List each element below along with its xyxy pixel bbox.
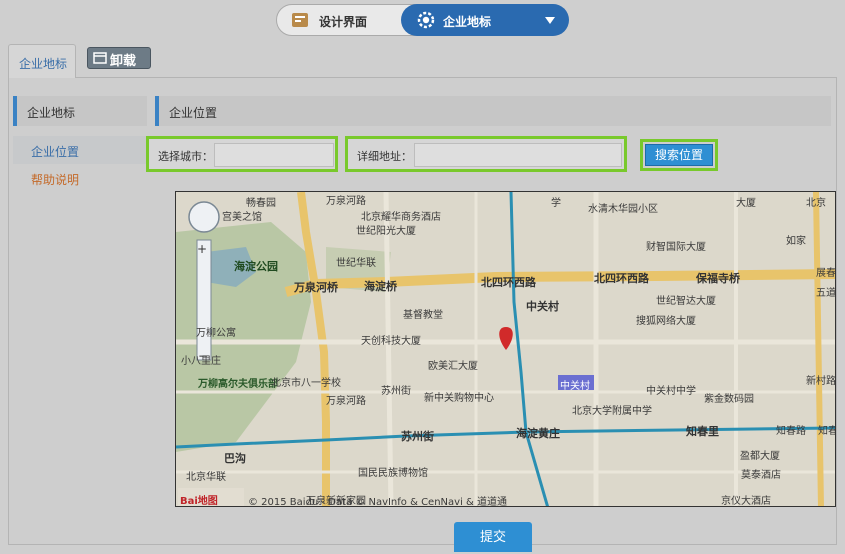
map-label-road: 知春里 xyxy=(686,425,719,438)
city-label: 选择城市： xyxy=(158,150,213,163)
design-icon xyxy=(292,13,308,27)
city-input[interactable] xyxy=(214,143,334,167)
map-label-poi: 如家 xyxy=(786,236,806,247)
page-title-text: 企业位置 xyxy=(169,106,218,120)
gear-icon xyxy=(417,11,435,29)
sidebar-heading-text: 企业地标 xyxy=(27,106,76,120)
map-label-poi: 世纪智达大厦 xyxy=(656,296,716,307)
map-label-road: 万泉河桥 xyxy=(294,281,338,294)
map-label-road: 苏州街 xyxy=(381,386,411,397)
tab-landmark[interactable]: 企业地标 xyxy=(8,44,76,78)
map-label-poi: 北京市八一学校 xyxy=(271,378,341,389)
map-label-road: 北四环西路 xyxy=(481,276,536,289)
map-label-poi: 北京 xyxy=(806,198,826,209)
map-label-road: 保福寺桥 xyxy=(696,272,740,285)
map-label-poi: 五道 xyxy=(816,288,836,299)
map-copyright: © 2015 Baidu - Data © NavInfo & CenNavi … xyxy=(248,497,507,507)
map-label-district: 中关村 xyxy=(560,381,590,392)
map-label-station: 巴沟 xyxy=(224,452,246,465)
map-label-poi: 财智国际大厦 xyxy=(646,242,706,253)
zoom-in-button[interactable]: + xyxy=(197,242,207,256)
map-label-poi: 北京耀华商务酒店 xyxy=(361,212,441,223)
map-label-poi: 宫美之馆 xyxy=(222,212,262,223)
map-view[interactable]: + − 海淀公园 北四环西路 北四环西路 万泉河桥 海淀桥 保福寺桥 海淀黄庄 … xyxy=(175,191,836,507)
sidebar-heading: 企业地标 xyxy=(13,96,147,126)
sidebar-item-label: 企业位置 xyxy=(31,145,80,159)
address-label: 详细地址： xyxy=(357,150,412,163)
address-input[interactable] xyxy=(414,143,622,167)
chevron-down-icon[interactable] xyxy=(545,17,555,24)
map-canvas xyxy=(176,192,835,506)
map-label-poi: 北京华联 xyxy=(186,472,226,483)
map-label-road: 知春路 xyxy=(776,426,806,437)
map-label-poi: 万柳公寓 xyxy=(196,328,236,339)
map-label-poi: 大厦 xyxy=(736,198,756,209)
map-label-poi: 盈都大厦 xyxy=(740,451,780,462)
map-label-poi: 新中关购物中心 xyxy=(424,393,494,404)
map-label-road: 万泉河路 xyxy=(326,396,366,407)
unload-button[interactable]: 卸载 xyxy=(87,47,151,69)
sidebar-item-location[interactable]: 企业位置 xyxy=(13,136,147,164)
map-label-poi: 紫金数码园 xyxy=(704,394,754,405)
map-label-road: 海淀桥 xyxy=(364,280,397,293)
submit-button[interactable]: 提交 xyxy=(454,522,532,552)
map-label-poi: 水清木华园小区 xyxy=(588,204,658,215)
baidu-logo: Bai地图 xyxy=(180,496,218,507)
map-label-road: 万泉河路 xyxy=(326,196,366,207)
map-label-poi: 知春 xyxy=(818,426,836,437)
mode-switcher: 设计界面 企业地标 xyxy=(276,4,569,36)
page-title: 企业位置 xyxy=(155,96,831,126)
map-label-poi: 基督教堂 xyxy=(403,310,443,321)
sidebar-item-label: 帮助说明 xyxy=(31,173,80,187)
map-label-poi: 天创科技大厦 xyxy=(361,336,421,347)
box-icon xyxy=(93,52,107,64)
landmark-label: 企业地标 xyxy=(443,15,492,29)
map-label-poi: 展春 xyxy=(816,268,836,279)
design-view-label: 设计界面 xyxy=(319,15,368,29)
map-label-poi: 畅春园 xyxy=(246,198,276,209)
map-label-poi: 万柳高尔夫俱乐部 xyxy=(198,379,278,390)
unload-label: 卸载 xyxy=(110,54,137,69)
map-label-poi: 搜狐网络大厦 xyxy=(636,316,696,327)
landmark-tab[interactable]: 企业地标 xyxy=(401,4,569,36)
map-label-road: 北四环西路 xyxy=(594,272,649,285)
map-label-poi: 世纪阳光大厦 xyxy=(356,226,416,237)
city-group: 选择城市： xyxy=(146,136,338,172)
search-button[interactable]: 搜索位置 xyxy=(645,144,713,166)
map-label-poi: 小八里庄 xyxy=(181,356,221,367)
sidebar-list: 企业位置 帮助说明 xyxy=(13,136,147,192)
map-label-poi: 世纪华联 xyxy=(336,258,376,269)
map-label-poi: 莫泰酒店 xyxy=(741,470,781,481)
sidebar-item-help[interactable]: 帮助说明 xyxy=(13,164,147,192)
map-label-poi: 中关村中学 xyxy=(646,386,696,397)
address-group: 详细地址： xyxy=(345,136,627,172)
map-label-poi: 北京大学附属中学 xyxy=(572,406,652,417)
map-label-poi: 欧美汇大厦 xyxy=(428,361,478,372)
map-label-poi: 学 xyxy=(551,198,561,209)
map-label-road: 海淀黄庄 xyxy=(516,427,560,440)
map-label-road: 新村路 xyxy=(806,376,836,387)
search-button-wrap: 搜索位置 xyxy=(640,139,718,171)
map-label-poi: 国民民族博物馆 xyxy=(358,468,428,479)
design-view-tab[interactable]: 设计界面 xyxy=(277,5,403,35)
tab-landmark-label: 企业地标 xyxy=(19,57,68,71)
map-label-park: 海淀公园 xyxy=(234,260,278,273)
map-label-poi: 京仪大酒店 xyxy=(721,496,771,507)
map-label-station: 中关村 xyxy=(526,300,559,313)
map-label-road: 苏州街 xyxy=(401,430,434,443)
